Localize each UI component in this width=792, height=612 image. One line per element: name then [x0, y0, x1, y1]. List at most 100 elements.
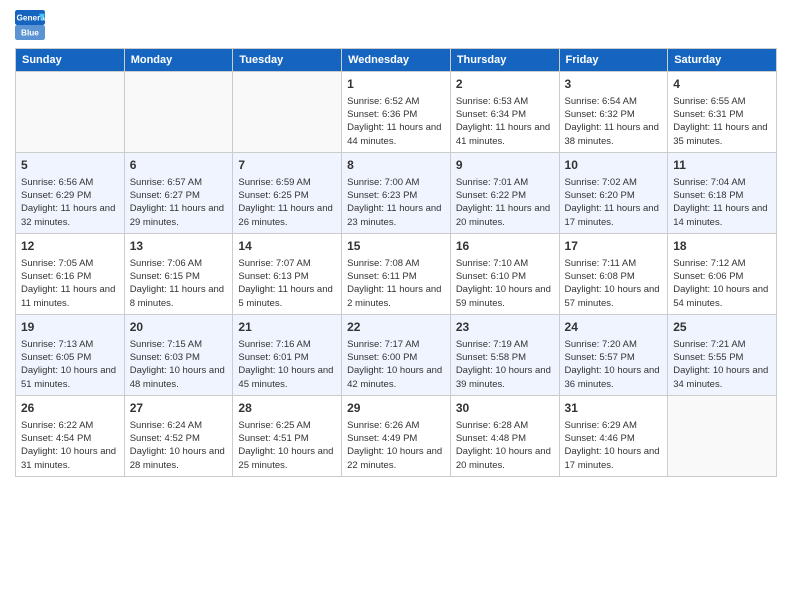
calendar-week-row: 19 Sunrise: 7:13 AM Sunset: 6:05 PM Dayli…	[16, 314, 777, 395]
calendar-cell: 18 Sunrise: 7:12 AM Sunset: 6:06 PM Dayli…	[668, 233, 777, 314]
day-info: Sunrise: 7:15 AM Sunset: 6:03 PM Dayligh…	[130, 338, 228, 391]
calendar-cell	[668, 395, 777, 476]
day-number: 14	[238, 238, 336, 255]
calendar-week-row: 26Sunrise: 6:22 AM Sunset: 4:54 PM Dayli…	[16, 395, 777, 476]
day-info: Sunrise: 6:29 AM Sunset: 4:46 PM Dayligh…	[565, 419, 663, 472]
day-number: 25	[673, 319, 771, 336]
calendar-cell: 1 Sunrise: 6:52 AM Sunset: 6:36 PM Daylig…	[342, 72, 451, 153]
calendar-cell: 17Sunrise: 7:11 AM Sunset: 6:08 PM Dayli…	[559, 233, 668, 314]
calendar-cell: 19 Sunrise: 7:13 AM Sunset: 6:05 PM Dayli…	[16, 314, 125, 395]
day-info: Sunrise: 7:10 AM Sunset: 6:10 PM Dayligh…	[456, 257, 554, 310]
calendar-cell: 28 Sunrise: 6:25 AM Sunset: 4:51 PM Dayli…	[233, 395, 342, 476]
day-number: 21	[238, 319, 336, 336]
svg-text:Blue: Blue	[21, 29, 39, 38]
day-info: Sunrise: 6:59 AM Sunset: 6:25 PM Dayligh…	[238, 176, 336, 229]
day-number: 29	[347, 400, 445, 417]
header-tuesday: Tuesday	[233, 49, 342, 72]
header-thursday: Thursday	[450, 49, 559, 72]
calendar-cell: 9 Sunrise: 7:01 AM Sunset: 6:22 PM Daylig…	[450, 152, 559, 233]
day-info: Sunrise: 7:16 AM Sunset: 6:01 PM Dayligh…	[238, 338, 336, 391]
day-info: Sunrise: 7:00 AM Sunset: 6:23 PM Dayligh…	[347, 176, 445, 229]
day-info: Sunrise: 7:19 AM Sunset: 5:58 PM Dayligh…	[456, 338, 554, 391]
header-wednesday: Wednesday	[342, 49, 451, 72]
weekday-header-row: Sunday Monday Tuesday Wednesday Thursday…	[16, 49, 777, 72]
calendar-cell: 24 Sunrise: 7:20 AM Sunset: 5:57 PM Dayli…	[559, 314, 668, 395]
day-info: Sunrise: 6:52 AM Sunset: 6:36 PM Dayligh…	[347, 95, 445, 148]
day-number: 5	[21, 157, 119, 174]
day-number: 7	[238, 157, 336, 174]
day-number: 24	[565, 319, 663, 336]
calendar-cell: 25 Sunrise: 7:21 AM Sunset: 5:55 PM Dayli…	[668, 314, 777, 395]
day-info: Sunrise: 6:26 AM Sunset: 4:49 PM Dayligh…	[347, 419, 445, 472]
calendar-cell	[233, 72, 342, 153]
day-number: 27	[130, 400, 228, 417]
day-number: 13	[130, 238, 228, 255]
calendar-cell: 22Sunrise: 7:17 AM Sunset: 6:00 PM Dayli…	[342, 314, 451, 395]
day-info: Sunrise: 7:08 AM Sunset: 6:11 PM Dayligh…	[347, 257, 445, 310]
calendar-cell: 30Sunrise: 6:28 AM Sunset: 4:48 PM Dayli…	[450, 395, 559, 476]
day-info: Sunrise: 6:56 AM Sunset: 6:29 PM Dayligh…	[21, 176, 119, 229]
day-number: 19	[21, 319, 119, 336]
calendar-cell: 23 Sunrise: 7:19 AM Sunset: 5:58 PM Dayli…	[450, 314, 559, 395]
day-info: Sunrise: 7:07 AM Sunset: 6:13 PM Dayligh…	[238, 257, 336, 310]
day-number: 11	[673, 157, 771, 174]
day-number: 1	[347, 76, 445, 93]
day-number: 30	[456, 400, 554, 417]
calendar-cell: 16 Sunrise: 7:10 AM Sunset: 6:10 PM Dayli…	[450, 233, 559, 314]
day-number: 18	[673, 238, 771, 255]
day-number: 3	[565, 76, 663, 93]
day-number: 20	[130, 319, 228, 336]
day-info: Sunrise: 7:21 AM Sunset: 5:55 PM Dayligh…	[673, 338, 771, 391]
day-info: Sunrise: 7:01 AM Sunset: 6:22 PM Dayligh…	[456, 176, 554, 229]
day-info: Sunrise: 7:02 AM Sunset: 6:20 PM Dayligh…	[565, 176, 663, 229]
day-info: Sunrise: 7:20 AM Sunset: 5:57 PM Dayligh…	[565, 338, 663, 391]
calendar-cell: 12 Sunrise: 7:05 AM Sunset: 6:16 PM Dayli…	[16, 233, 125, 314]
header: General Blue	[15, 10, 777, 40]
day-number: 28	[238, 400, 336, 417]
calendar-week-row: 5 Sunrise: 6:56 AM Sunset: 6:29 PM Daylig…	[16, 152, 777, 233]
day-number: 12	[21, 238, 119, 255]
calendar-cell: 31 Sunrise: 6:29 AM Sunset: 4:46 PM Dayli…	[559, 395, 668, 476]
day-info: Sunrise: 7:04 AM Sunset: 6:18 PM Dayligh…	[673, 176, 771, 229]
day-info: Sunrise: 6:55 AM Sunset: 6:31 PM Dayligh…	[673, 95, 771, 148]
day-number: 6	[130, 157, 228, 174]
calendar-cell: 10 Sunrise: 7:02 AM Sunset: 6:20 PM Dayli…	[559, 152, 668, 233]
day-number: 2	[456, 76, 554, 93]
day-info: Sunrise: 6:24 AM Sunset: 4:52 PM Dayligh…	[130, 419, 228, 472]
day-info: Sunrise: 6:25 AM Sunset: 4:51 PM Dayligh…	[238, 419, 336, 472]
day-info: Sunrise: 6:53 AM Sunset: 6:34 PM Dayligh…	[456, 95, 554, 148]
day-info: Sunrise: 7:11 AM Sunset: 6:08 PM Dayligh…	[565, 257, 663, 310]
calendar-cell: 8Sunrise: 7:00 AM Sunset: 6:23 PM Daylig…	[342, 152, 451, 233]
calendar-cell	[124, 72, 233, 153]
day-number: 31	[565, 400, 663, 417]
day-info: Sunrise: 6:57 AM Sunset: 6:27 PM Dayligh…	[130, 176, 228, 229]
calendar-week-row: 1 Sunrise: 6:52 AM Sunset: 6:36 PM Daylig…	[16, 72, 777, 153]
day-number: 16	[456, 238, 554, 255]
day-number: 10	[565, 157, 663, 174]
calendar-cell: 26Sunrise: 6:22 AM Sunset: 4:54 PM Dayli…	[16, 395, 125, 476]
calendar-table: Sunday Monday Tuesday Wednesday Thursday…	[15, 48, 777, 477]
calendar-cell: 11 Sunrise: 7:04 AM Sunset: 6:18 PM Dayli…	[668, 152, 777, 233]
day-info: Sunrise: 6:22 AM Sunset: 4:54 PM Dayligh…	[21, 419, 119, 472]
calendar-cell: 29 Sunrise: 6:26 AM Sunset: 4:49 PM Dayli…	[342, 395, 451, 476]
day-info: Sunrise: 7:05 AM Sunset: 6:16 PM Dayligh…	[21, 257, 119, 310]
day-info: Sunrise: 7:13 AM Sunset: 6:05 PM Dayligh…	[21, 338, 119, 391]
calendar-cell	[16, 72, 125, 153]
day-number: 4	[673, 76, 771, 93]
logo-icon: General Blue	[15, 10, 45, 40]
calendar-cell: 15Sunrise: 7:08 AM Sunset: 6:11 PM Dayli…	[342, 233, 451, 314]
calendar-cell: 4 Sunrise: 6:55 AM Sunset: 6:31 PM Daylig…	[668, 72, 777, 153]
calendar-cell: 6 Sunrise: 6:57 AM Sunset: 6:27 PM Daylig…	[124, 152, 233, 233]
day-number: 23	[456, 319, 554, 336]
calendar-cell: 2 Sunrise: 6:53 AM Sunset: 6:34 PM Daylig…	[450, 72, 559, 153]
logo: General Blue	[15, 10, 47, 40]
header-monday: Monday	[124, 49, 233, 72]
day-number: 9	[456, 157, 554, 174]
calendar-cell: 5 Sunrise: 6:56 AM Sunset: 6:29 PM Daylig…	[16, 152, 125, 233]
page-container: General Blue Sunday Monday Tuesday	[0, 0, 792, 487]
day-info: Sunrise: 7:17 AM Sunset: 6:00 PM Dayligh…	[347, 338, 445, 391]
day-info: Sunrise: 7:12 AM Sunset: 6:06 PM Dayligh…	[673, 257, 771, 310]
header-sunday: Sunday	[16, 49, 125, 72]
header-friday: Friday	[559, 49, 668, 72]
calendar-cell: 14 Sunrise: 7:07 AM Sunset: 6:13 PM Dayli…	[233, 233, 342, 314]
